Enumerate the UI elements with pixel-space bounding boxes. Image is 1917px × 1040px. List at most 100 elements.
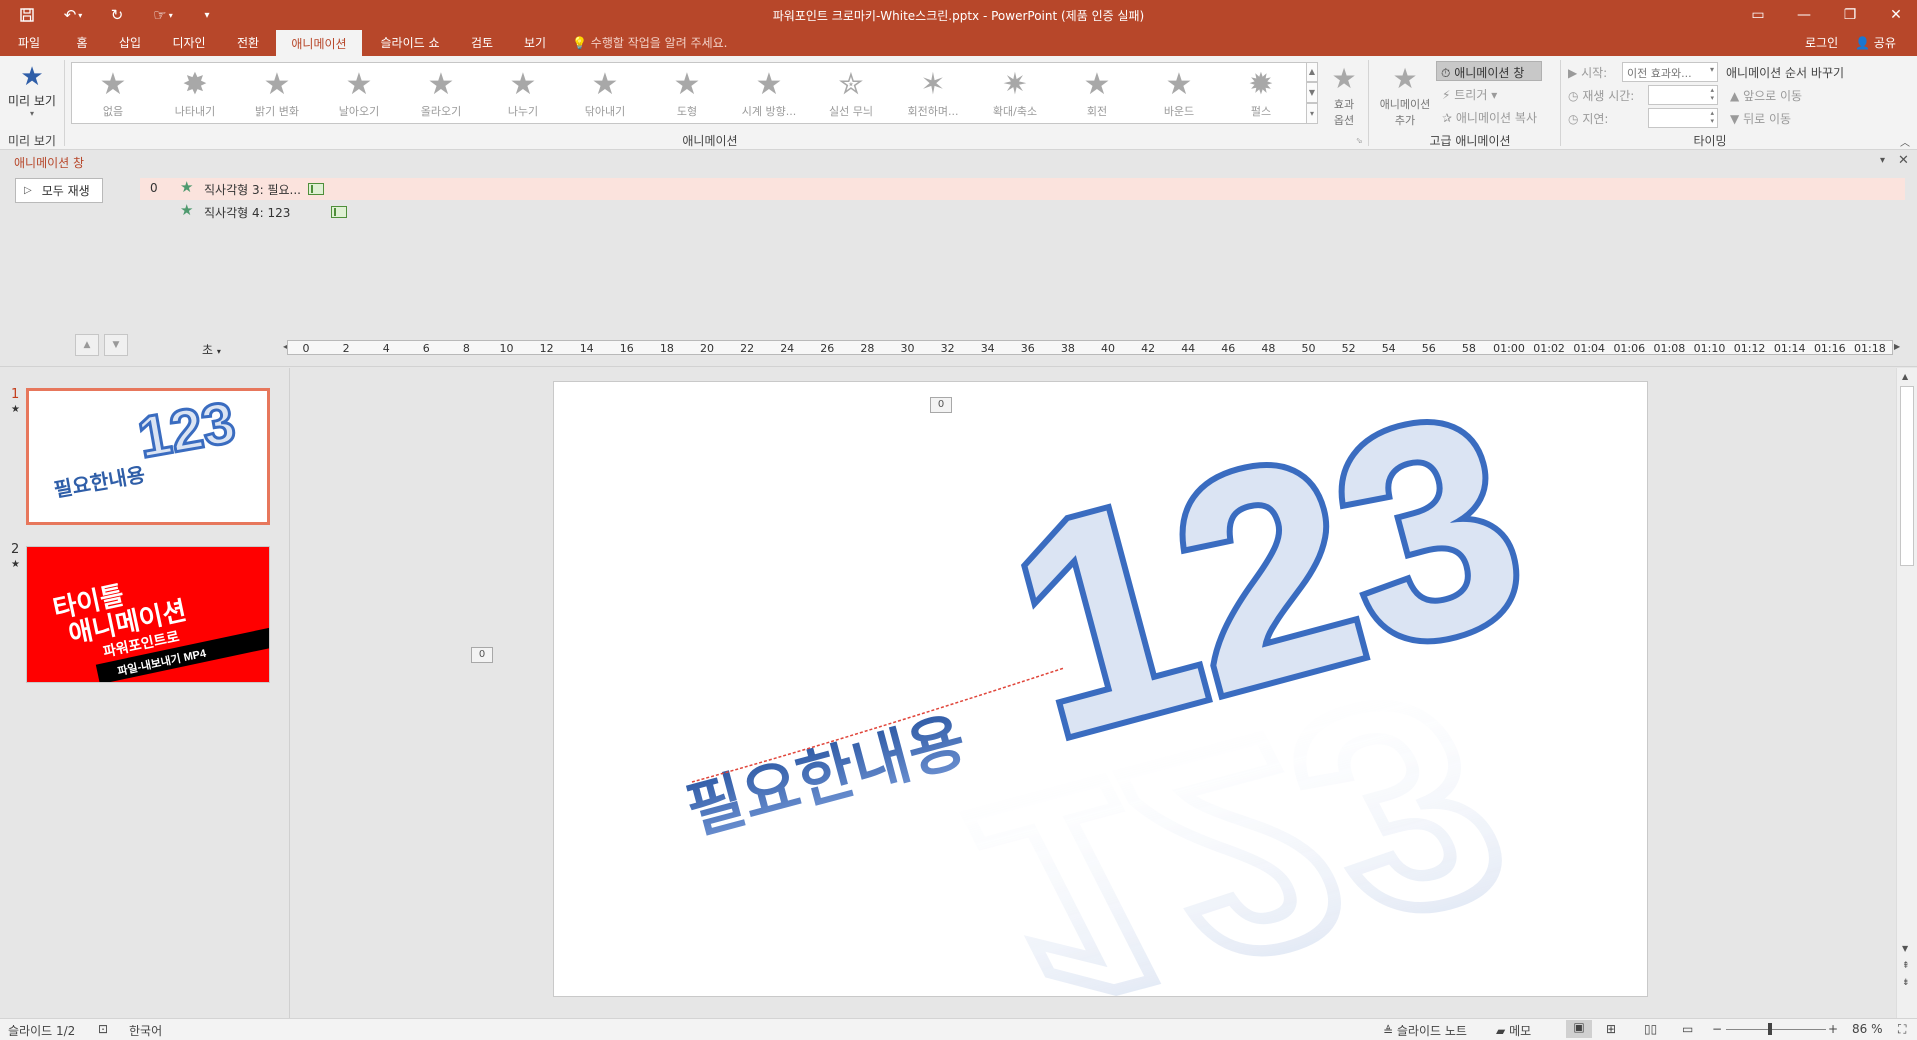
star-icon: ★ xyxy=(509,67,537,102)
tab-slideshow[interactable]: 슬라이드 쇼 xyxy=(370,30,450,56)
gallery-more-icon[interactable]: ▾ xyxy=(1306,103,1318,124)
trigger-button[interactable]: ⚡ 트리거 ▾ xyxy=(1442,86,1497,103)
ruler-tick: 38 xyxy=(1060,342,1075,355)
zoom-slider[interactable] xyxy=(1726,1029,1826,1030)
gallery-scroll-up-icon[interactable]: ▲ xyxy=(1306,62,1318,82)
timeline-right-icon[interactable]: ▶ xyxy=(1894,342,1900,351)
tab-insert[interactable]: 삽입 xyxy=(110,30,150,56)
tab-design[interactable]: 디자인 xyxy=(163,30,215,56)
add-animation-button[interactable]: ★ 애니메이션 추가 xyxy=(1373,62,1437,130)
start-select[interactable]: 이전 효과와... ▾ xyxy=(1622,62,1718,82)
seconds-menu[interactable]: 초 ▾ xyxy=(202,341,221,358)
timing-bar[interactable] xyxy=(331,206,347,218)
zoom-slider-thumb[interactable] xyxy=(1768,1023,1772,1035)
reading-view-icon[interactable]: ▯▯ xyxy=(1644,1022,1657,1036)
star-icon: ★ xyxy=(673,67,701,102)
collapse-ribbon-icon[interactable]: ︿ xyxy=(1900,134,1910,149)
preview-group-label: 미리 보기 xyxy=(8,134,56,148)
tab-home[interactable]: 홈 xyxy=(64,30,100,56)
ruler-tick: 01:18 xyxy=(1854,342,1886,355)
next-slide-icon[interactable]: ⇟ xyxy=(1902,978,1910,988)
move-later-button[interactable]: ▼ 뒤로 이동 xyxy=(1730,110,1791,127)
normal-view-icon[interactable]: ▣ xyxy=(1566,1020,1592,1038)
minimize-icon[interactable]: — xyxy=(1781,0,1827,30)
animation-pane-button[interactable]: ⏱ 애니메이션 창 xyxy=(1436,61,1542,81)
animation-item-name: 직사각형 4: 123 xyxy=(204,206,291,220)
zoom-out-icon[interactable]: − xyxy=(1712,1022,1722,1036)
anim-zoom[interactable]: ✷ 확대/축소 xyxy=(974,63,1056,125)
accessibility-icon[interactable]: ⊡ xyxy=(98,1022,108,1036)
delay-input[interactable]: ▴ ▾ xyxy=(1648,108,1718,128)
dialog-launcher-icon[interactable]: ⬂ xyxy=(1356,136,1363,145)
anim-bounce[interactable]: ★ 바운드 xyxy=(1138,63,1220,125)
anim-fade[interactable]: ★ 밝기 변화 xyxy=(236,63,318,125)
animation-tag[interactable]: 0 xyxy=(471,647,493,663)
ruler-tick: 46 xyxy=(1221,342,1236,355)
effect-options-button[interactable]: ★ 효과 옵션 xyxy=(1327,62,1361,130)
duration-input[interactable]: ▴ ▾ xyxy=(1648,85,1718,105)
move-down-icon[interactable]: ▼ xyxy=(104,334,128,356)
anim-random-bars[interactable]: ✮ 실선 무늬 xyxy=(810,63,892,125)
comments-button[interactable]: ▰ 메모 xyxy=(1496,1022,1531,1039)
anim-wipe[interactable]: ★ 닦아내기 xyxy=(564,63,646,125)
signin-link[interactable]: 로그인 xyxy=(1805,30,1838,56)
language-indicator[interactable]: 한국어 xyxy=(129,1022,162,1039)
preview-button[interactable]: ★ 미리 보기 ▾ xyxy=(5,62,59,122)
animation-order: 0 xyxy=(150,181,158,195)
zoom-in-icon[interactable]: + xyxy=(1828,1022,1838,1036)
previous-slide-icon[interactable]: ⇞ xyxy=(1902,961,1910,971)
animation-painter-button[interactable]: ✰ 애니메이션 복사 xyxy=(1442,109,1537,126)
slide-canvas[interactable]: 0 123 123 필요한내용 xyxy=(553,381,1648,997)
close-icon[interactable]: ✕ xyxy=(1873,0,1917,30)
pane-options-icon[interactable]: ▾ xyxy=(1880,155,1885,166)
ruler-tick: 14 xyxy=(579,342,594,355)
anim-grow-turn[interactable]: ✶ 회전하며... xyxy=(892,63,974,125)
slide-thumbnail-2[interactable]: 타이틀 애니메이션 파워포인트로 파일-내보내기 MP4 xyxy=(26,546,270,683)
anim-fly-in[interactable]: ★ 날아오기 xyxy=(318,63,400,125)
anim-shape[interactable]: ★ 도형 xyxy=(646,63,728,125)
tab-file[interactable]: 파일 xyxy=(8,30,50,56)
anim-wheel[interactable]: ★ 시계 방향... xyxy=(728,63,810,125)
move-up-icon[interactable]: ▲ xyxy=(75,334,99,356)
animation-pane: 애니메이션 창 ▾ ✕ ▷ 모두 재생 0 ★ 직사각형 3: 필요... ★ … xyxy=(0,151,1917,365)
share-button[interactable]: 👤 공유 xyxy=(1855,30,1896,56)
anim-split[interactable]: ★ 나누기 xyxy=(482,63,564,125)
effect-star-icon: ★ xyxy=(1331,62,1357,95)
ruler-tick: 01:06 xyxy=(1613,342,1646,355)
tell-me-box[interactable]: 💡 수행할 작업을 알려 주세요. xyxy=(572,30,727,56)
ruler-tick: 01:04 xyxy=(1573,342,1606,355)
move-earlier-button[interactable]: ▲ 앞으로 이동 xyxy=(1730,87,1802,104)
pane-close-icon[interactable]: ✕ xyxy=(1898,153,1909,168)
vertical-scrollbar[interactable]: ▲ ▼ ⇞ ⇟ xyxy=(1896,368,1917,1018)
scroll-down-icon[interactable]: ▼ xyxy=(1902,944,1908,953)
tab-animations[interactable]: 애니메이션 xyxy=(276,30,362,56)
zoom-level[interactable]: 86 % xyxy=(1852,1022,1883,1036)
restore-icon[interactable]: ❐ xyxy=(1827,0,1873,30)
scroll-up-icon[interactable]: ▲ xyxy=(1902,372,1908,381)
ruler-tick: 01:14 xyxy=(1773,342,1806,355)
duration-label: ◷ 재생 시간: xyxy=(1568,89,1635,103)
tab-review[interactable]: 검토 xyxy=(462,30,502,56)
slideshow-icon[interactable]: ▭ xyxy=(1682,1022,1693,1036)
slide-thumbnail-1[interactable]: 123 필요한내용 xyxy=(26,388,270,525)
animation-item[interactable]: 0 ★ 직사각형 3: 필요... xyxy=(140,178,1905,200)
animation-item[interactable]: ★ 직사각형 4: 123 xyxy=(140,201,1905,223)
tab-view[interactable]: 보기 xyxy=(515,30,555,56)
anim-none[interactable]: ★ 없음 xyxy=(72,63,154,125)
ribbon-display-icon[interactable]: ▭ xyxy=(1735,0,1781,30)
anim-float-in[interactable]: ★ 올라오기 xyxy=(400,63,482,125)
anim-appear[interactable]: ✸ 나타내기 xyxy=(154,63,236,125)
timing-bar[interactable] xyxy=(308,183,324,195)
slide-sorter-icon[interactable]: ⊞ xyxy=(1606,1022,1616,1036)
star-swivel-icon: ★ xyxy=(1083,67,1111,102)
scroll-thumb[interactable] xyxy=(1900,386,1914,566)
timeline-ruler[interactable]: 0 2 4 6 8 10 12 14 16 18 20 22 24 26 28 30 32 34 36 38 40 42 4… xyxy=(287,340,1893,355)
anim-swivel[interactable]: ★ 회전 xyxy=(1056,63,1138,125)
play-all-button[interactable]: ▷ 모두 재생 xyxy=(15,178,103,203)
anim-pulse[interactable]: ✹ 펄스 xyxy=(1220,63,1302,125)
painter-icon: ✰ xyxy=(1442,111,1453,125)
fit-slide-icon[interactable]: ⛶ xyxy=(1898,1022,1906,1037)
gallery-scroll-down-icon[interactable]: ▼ xyxy=(1306,82,1318,103)
tab-transitions[interactable]: 전환 xyxy=(228,30,268,56)
notes-button[interactable]: ≜ 슬라이드 노트 xyxy=(1383,1022,1467,1039)
